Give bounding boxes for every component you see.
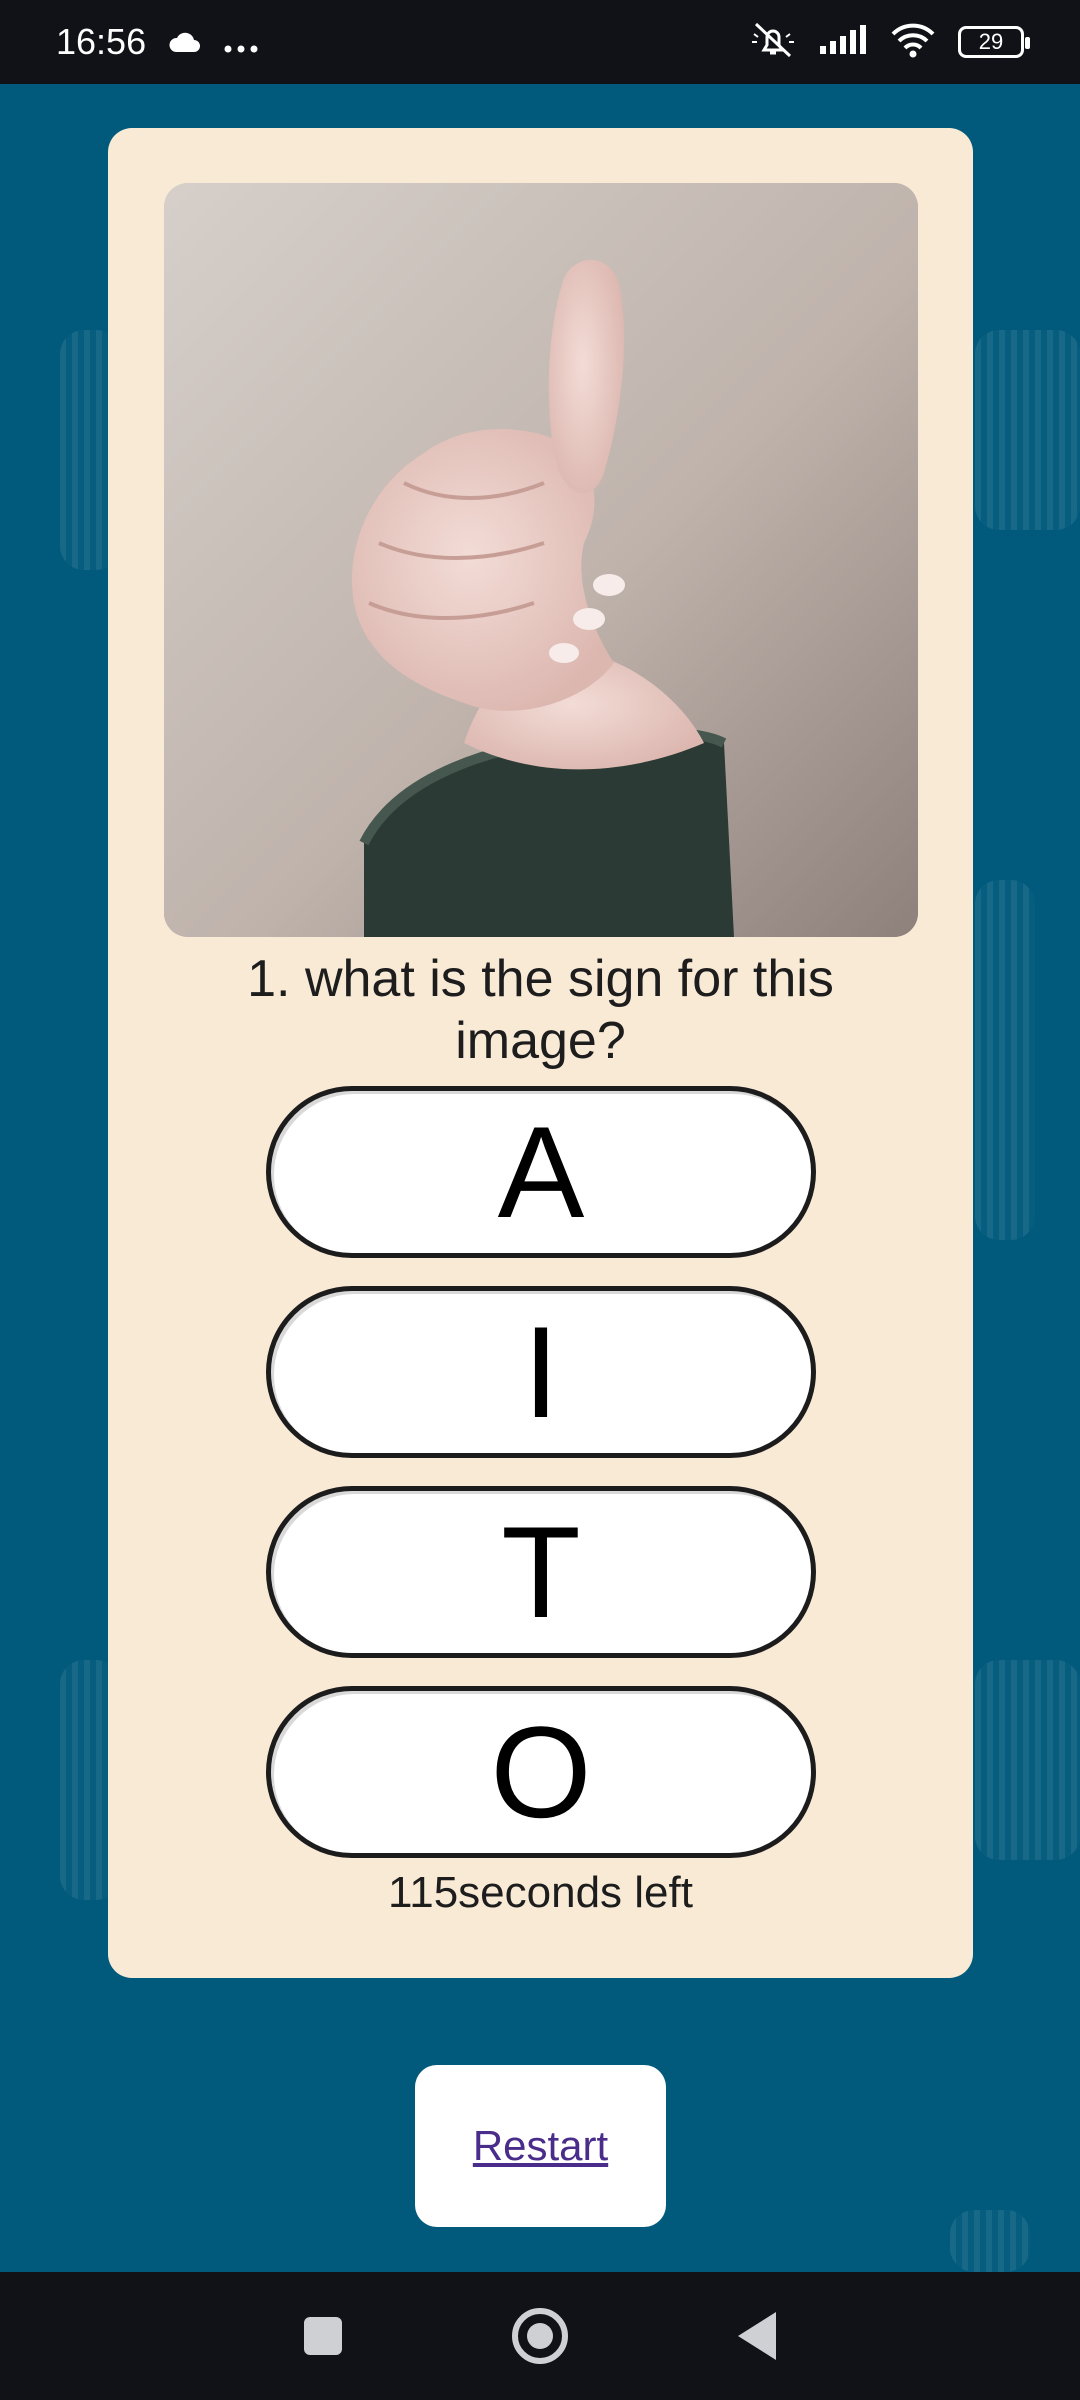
status-bar: 16:56 29 [0, 0, 1080, 84]
battery-indicator: 29 [958, 26, 1030, 58]
status-left: 16:56 [56, 21, 258, 63]
timer-text: 115seconds left [388, 1868, 693, 1917]
answer-button-o[interactable]: O [266, 1686, 816, 1858]
background-pattern [975, 1660, 1080, 1860]
restart-container[interactable]: Restart [415, 2065, 666, 2227]
background-pattern [975, 330, 1080, 530]
answer-button-i[interactable]: I [266, 1286, 816, 1458]
hand-sign-image [164, 183, 918, 937]
background-pattern [950, 2210, 1030, 2272]
recent-apps-icon[interactable] [304, 2317, 342, 2355]
more-dots-icon [224, 21, 258, 63]
quiz-card: 1. what is the sign for this image? A I … [108, 128, 973, 1978]
signal-icon [818, 24, 868, 61]
home-icon[interactable] [512, 2308, 568, 2364]
restart-link[interactable]: Restart [473, 2122, 608, 2170]
status-time: 16:56 [56, 21, 147, 62]
background-pattern [975, 880, 1035, 1240]
sign-photo [164, 183, 918, 937]
answer-button-a[interactable]: A [266, 1086, 816, 1258]
question-text: 1. what is the sign for this image? [247, 950, 834, 1070]
cloud-icon [168, 21, 202, 63]
answer-button-t[interactable]: T [266, 1486, 816, 1658]
back-icon[interactable] [738, 2312, 776, 2360]
status-right: 29 [750, 20, 1030, 65]
navigation-bar [0, 2272, 1080, 2400]
wifi-icon [890, 22, 936, 63]
battery-level: 29 [978, 29, 1004, 54]
mute-icon [750, 20, 796, 65]
